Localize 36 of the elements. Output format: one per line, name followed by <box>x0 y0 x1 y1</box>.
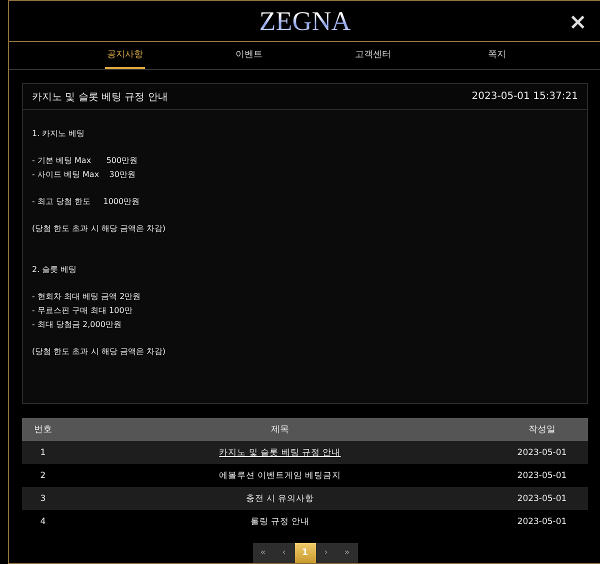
notice-line: 2. 슬롯 베팅 <box>32 264 78 276</box>
notice-line: - 기본 베팅 Max 500만원 <box>32 155 139 167</box>
notice-line: 1. 카지노 베팅 <box>32 128 86 140</box>
notice-line: (당첨 한도 초과 시 해당 금액은 차감) <box>32 223 166 235</box>
post-title-link[interactable]: 롤링 규정 안내 <box>250 516 310 526</box>
column-header: 번호 <box>22 418 64 441</box>
notice-line: - 무료스핀 구매 최대 100만 <box>32 305 134 317</box>
notice-line: - 사이드 베팅 Max 30만원 <box>32 169 136 181</box>
close-button[interactable]: × <box>564 12 591 34</box>
notice-line: (당첨 한도 초과 시 해당 금액은 차감) <box>32 346 166 358</box>
notice-line: - 최대 당첨금 2,000만원 <box>32 319 122 331</box>
page-button[interactable]: › <box>316 543 336 563</box>
column-header: 작성일 <box>496 418 588 441</box>
notice-line: - 최고 당첨 한도 1000만원 <box>32 196 141 208</box>
notice-line: - 현회차 최대 베팅 금액 2만원 <box>32 291 142 303</box>
tab[interactable]: 이벤트 <box>234 42 264 69</box>
table-cell: 2023-05-01 <box>496 441 588 464</box>
post-title-link[interactable]: 에볼루션 이벤트게임 베팅금지 <box>218 470 342 480</box>
table-cell: 2 <box>22 464 64 487</box>
column-header: 제목 <box>64 418 496 441</box>
notice-title: 카지노 및 슬롯 베팅 규정 안내 <box>32 90 168 104</box>
post-title-link[interactable]: 카지노 및 슬롯 베팅 규정 안내 <box>219 448 341 458</box>
page-button[interactable]: » <box>336 543 358 563</box>
table-cell: 2023-05-01 <box>496 487 588 510</box>
page-button[interactable]: ‹ <box>274 543 294 563</box>
tab[interactable]: 쪽지 <box>486 42 508 69</box>
page-button[interactable]: « <box>252 543 274 563</box>
table-cell: 1 <box>22 441 64 464</box>
tab[interactable]: 공지사항 <box>105 42 145 69</box>
table-cell: 2023-05-01 <box>496 464 588 487</box>
table-cell: 3 <box>22 487 64 510</box>
notice-date: 2023-05-01 15:37:21 <box>472 91 578 102</box>
table-cell: 2023-05-01 <box>496 510 588 533</box>
post-title-link[interactable]: 충전 시 유의사항 <box>246 494 314 504</box>
tab[interactable]: 고객센터 <box>353 42 393 69</box>
table-cell: 4 <box>22 510 64 533</box>
